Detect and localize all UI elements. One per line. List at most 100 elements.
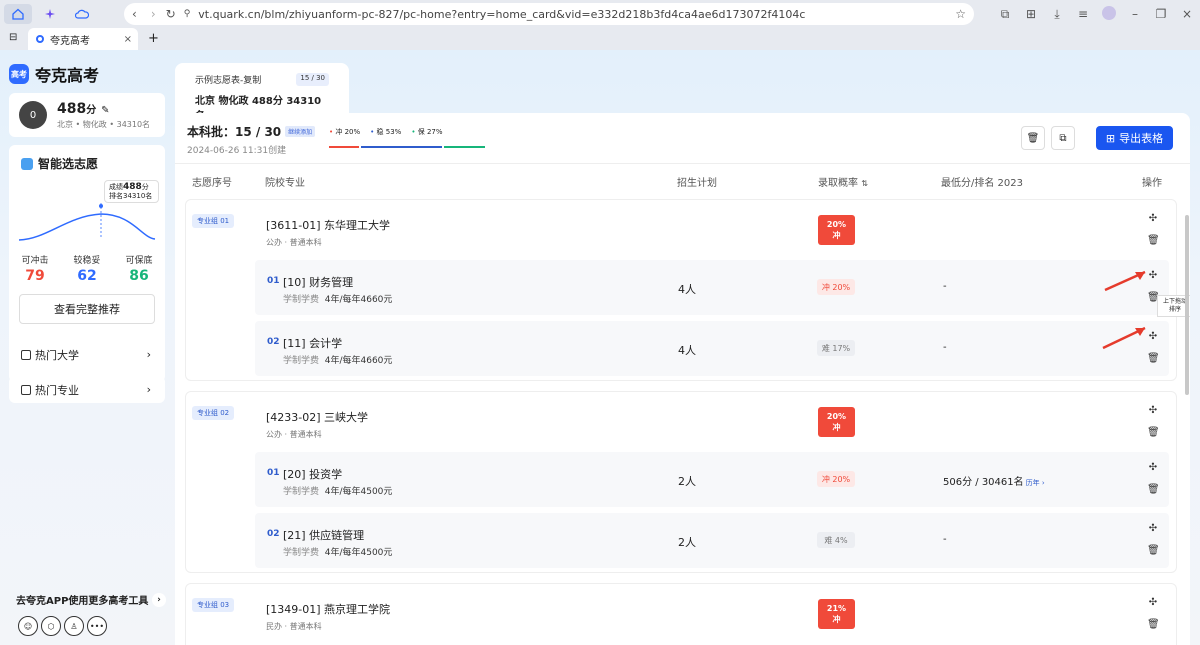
stat-wen[interactable]: 较稳妥 62 [73,253,100,284]
fee-value: 4年/每年4500元 [324,487,393,497]
prob-chong: • 冲 20% [329,128,361,136]
close-window-icon[interactable]: × [1174,7,1200,21]
major-name[interactable]: [21] 供应链管理 [283,527,364,543]
major-name[interactable]: [20] 投资学 [283,466,342,482]
history-link[interactable]: 历年 › [1026,479,1045,487]
school-info[interactable]: [1349-01] 燕京理工学院 民办 · 普通本科 [266,601,390,632]
bar-chong [329,146,359,148]
hexagon-icon[interactable]: ⬡ [41,616,61,636]
download-icon[interactable]: ⤓ [1044,7,1070,22]
major-name[interactable]: [11] 会计学 [283,335,342,351]
prob-label: 保 27% [417,128,443,136]
browser-actions: ⧉ ⊞ ⤓ ≡ – ❐ × [992,0,1200,28]
drag-move-icon[interactable]: ✣ [1147,597,1159,608]
profile-avatar-icon[interactable] [1096,5,1122,23]
smile-icon[interactable]: ☺ [18,616,38,636]
school-type: 公办 · 普通本科 [266,430,322,439]
more-dots-icon[interactable]: ••• [87,616,107,636]
back-icon[interactable]: ‹ [132,7,137,21]
bubble-prefix: 成绩 [109,183,123,191]
fee-label: 学制学费 [283,356,320,366]
delete-icon[interactable]: 🗑 [1147,619,1160,630]
col-rate[interactable]: 录取概率 ⇅ [818,174,868,189]
url-text[interactable]: vt.quark.cn/blm/zhiyuanform-pc-827/pc-ho… [198,8,805,21]
minimize-icon[interactable]: – [1122,7,1148,21]
major-rate-badge: 冲 20% [817,279,855,295]
stat-bao[interactable]: 可保底 86 [125,253,152,284]
delete-icon[interactable]: 🗑 [1147,484,1160,495]
app-promo-link[interactable]: 去夸克APP使用更多高考工具 › [16,592,166,607]
form-tab[interactable]: 示例志愿表-复制15 / 30 北京 物化政 488分 34310名 [175,63,349,122]
scrollbar[interactable] [1185,215,1189,395]
brand-logo[interactable]: 高考 夸克高考 [9,62,99,86]
major-order: 01 [267,276,280,286]
forward-icon[interactable]: › [151,7,156,21]
delete-icon[interactable]: 🗑 [1021,126,1045,150]
major-name[interactable]: [10] 财务管理 [283,274,353,290]
drag-move-icon[interactable]: ✣ [1147,405,1159,416]
nav-hot-majors[interactable]: 热门专业 › [9,376,165,403]
new-tab-icon[interactable]: + [148,31,159,46]
drag-move-icon[interactable]: ✣ [1147,462,1159,473]
stat-value: 62 [77,268,97,284]
drag-move-icon[interactable]: ✣ [1147,213,1159,224]
menu-icon[interactable]: ≡ [1070,7,1096,21]
major-order: 02 [267,337,280,347]
copy-icon[interactable]: ⧉ [1051,126,1075,150]
prob-label: 稳 53% [376,128,402,136]
edit-icon[interactable]: ✎ [101,105,109,116]
major-min-score: - [943,342,947,353]
stat-label: 可冲击 [21,256,49,266]
school-info[interactable]: [4233-02] 三峡大学 公办 · 普通本科 [266,409,368,440]
major-min-score: 506分 / 30461名 历年 › [943,473,1045,488]
view-full-recommend-button[interactable]: 查看完整推荐 [19,294,155,324]
quark-logo-icon: 高考 [9,64,29,84]
form-title: 示例志愿表-复制 [195,76,262,86]
recommend-stats: 可冲击 79 较稳妥 62 可保底 86 [9,253,165,284]
school-name: [1349-01] 燕京理工学院 [266,603,391,616]
school-type: 公办 · 普通本科 [266,238,322,247]
add-more-tag[interactable]: 继续添加 [285,126,316,137]
user-score-card[interactable]: 0 488分 ✎ 北京 • 物化政 • 34310名 [9,93,165,137]
major-fee: 学制学费 4年/每年4660元 [283,353,392,366]
school-info[interactable]: [3611-01] 东华理工大学 公办 · 普通本科 [266,217,390,248]
restore-icon[interactable]: ❐ [1148,7,1174,21]
nav-hot-universities[interactable]: 热门大学 › [9,341,165,368]
delete-icon[interactable]: 🗑 [1147,235,1160,246]
major-order: 02 [267,529,280,539]
sort-icon[interactable]: ⇅ [861,179,868,188]
reload-icon[interactable]: ↻ [166,7,176,21]
person-icon[interactable]: ♙ [64,616,84,636]
stat-chong[interactable]: 可冲击 79 [21,253,48,284]
tab-bar: ⊟ 夸克高考 × + [0,28,1200,50]
fee-value: 4年/每年4660元 [324,295,393,305]
bookmark-star-icon[interactable]: ☆ [955,7,966,21]
cloud-icon[interactable] [68,4,96,24]
major-order: 01 [267,468,280,478]
delete-icon[interactable]: 🗑 [1147,427,1160,438]
security-icon[interactable]: ⚲ [184,9,191,19]
address-bar[interactable]: ‹ › ↻ ⚲ vt.quark.cn/blm/zhiyuanform-pc-8… [124,3,974,25]
home-icon[interactable] [4,4,32,24]
major-row: 01 [20] 投资学 学制学费 4年/每年4500元 2人 冲 20% 506… [255,452,1169,507]
col-min-score: 最低分/排名 2023 [941,178,1023,189]
delete-icon[interactable]: 🗑 [1147,545,1160,556]
apps-grid-icon[interactable]: ⊞ [1018,7,1044,21]
export-button[interactable]: ⊞ 导出表格 [1096,126,1173,150]
stat-value: 86 [129,268,149,284]
sidebar-toggle-icon[interactable]: ⊟ [9,32,17,43]
delete-icon[interactable]: 🗑 [1147,353,1160,364]
batch-header: 本科批： 15 / 30 继续添加 2024-06-26 11:31创建 [187,123,316,156]
browser-tab[interactable]: 夸克高考 × [28,28,138,50]
major-rate-badge: 冲 20% [817,471,855,487]
export-icon: ⊞ [1105,131,1116,145]
col-plan: 招生计划 [677,178,717,189]
browser-toolbar: ‹ › ↻ ⚲ vt.quark.cn/blm/zhiyuanform-pc-8… [0,0,1200,28]
prob-bao: • 保 27% [411,128,443,136]
prob-wen: • 稳 53% [370,128,402,136]
ai-sparkle-icon[interactable] [36,4,64,24]
drag-move-icon[interactable]: ✣ [1147,523,1159,534]
screenshot-icon[interactable]: ⧉ [992,7,1018,22]
tab-close-icon[interactable]: × [124,34,132,45]
rate-value: 20% [826,412,847,421]
